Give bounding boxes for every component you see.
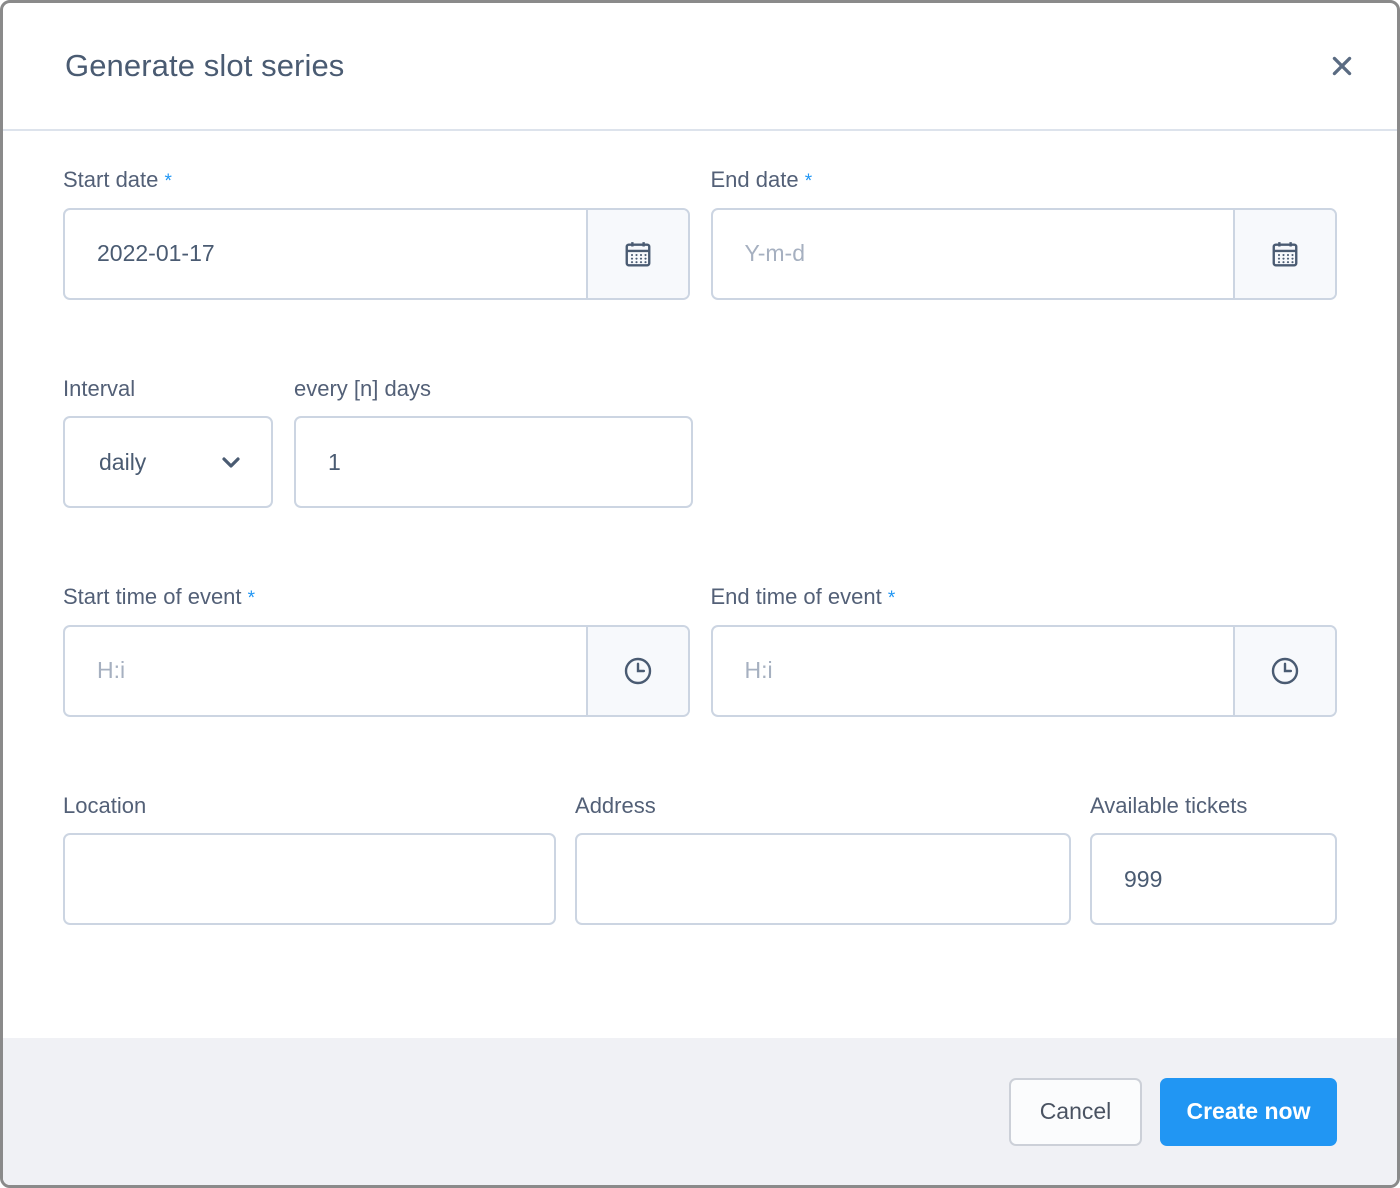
interval-field: Interval daily bbox=[63, 375, 273, 509]
create-now-button[interactable]: Create now bbox=[1160, 1077, 1337, 1146]
available-tickets-field: Available tickets bbox=[1090, 792, 1337, 926]
every-n-days-label: every [n] days bbox=[294, 375, 431, 401]
times-row: Start time of event * End time of event bbox=[63, 584, 1337, 717]
location-input[interactable] bbox=[65, 835, 555, 924]
location-field: Location bbox=[63, 792, 557, 926]
location-box bbox=[63, 833, 557, 926]
interval-selected-value: daily bbox=[99, 448, 147, 475]
start-date-input-group bbox=[63, 207, 690, 300]
available-tickets-box bbox=[1090, 833, 1337, 926]
clock-icon[interactable] bbox=[1233, 626, 1335, 715]
dialog-title: Generate slot series bbox=[65, 48, 345, 83]
cancel-button[interactable]: Cancel bbox=[1009, 1077, 1142, 1146]
every-n-days-input[interactable] bbox=[296, 418, 691, 507]
end-time-input[interactable] bbox=[712, 626, 1233, 715]
calendar-icon[interactable] bbox=[585, 209, 688, 298]
clock-icon[interactable] bbox=[585, 626, 688, 715]
chevron-down-icon bbox=[219, 450, 243, 474]
start-time-label-text: Start time of event bbox=[63, 584, 242, 610]
end-date-input[interactable] bbox=[712, 209, 1233, 298]
end-time-field: End time of event * bbox=[710, 584, 1338, 717]
dialog-body: Start date * 2022-01-17 End date * Y-m-d… bbox=[3, 131, 1397, 1038]
dates-row: Start date * 2022-01-17 End date * Y-m-d bbox=[63, 167, 1337, 300]
required-marker: * bbox=[887, 588, 896, 610]
interval-row: Interval daily every [n] days bbox=[63, 375, 1337, 509]
place-row: Location Address Available tickets bbox=[63, 792, 1337, 926]
start-date-input[interactable] bbox=[65, 209, 586, 298]
available-tickets-input[interactable] bbox=[1092, 835, 1335, 924]
start-time-field: Start time of event * bbox=[63, 584, 690, 717]
required-marker: * bbox=[164, 171, 172, 192]
dialog-footer: Cancel Create now bbox=[3, 1038, 1397, 1185]
close-icon[interactable] bbox=[1319, 43, 1365, 89]
start-time-label: Start time of event * bbox=[63, 584, 690, 611]
start-time-input-group bbox=[63, 624, 690, 717]
location-label: Location bbox=[63, 792, 147, 818]
address-input[interactable] bbox=[577, 835, 1069, 924]
address-label: Address bbox=[575, 792, 656, 818]
end-date-input-group bbox=[710, 207, 1337, 300]
end-date-label-text: End date bbox=[710, 167, 799, 192]
end-time-label: End time of event * bbox=[711, 584, 1338, 611]
interval-select[interactable]: daily bbox=[63, 416, 273, 509]
start-date-field: Start date * bbox=[63, 167, 690, 300]
interval-label: Interval bbox=[63, 375, 136, 401]
every-n-days-field: every [n] days bbox=[294, 375, 693, 509]
end-date-label: End date * bbox=[711, 167, 1338, 194]
end-date-field: End date * bbox=[710, 167, 1338, 300]
address-box bbox=[575, 833, 1071, 926]
start-time-input[interactable] bbox=[65, 626, 586, 715]
start-date-label: Start date * bbox=[63, 167, 690, 194]
end-time-input-group bbox=[710, 624, 1337, 717]
required-marker: * bbox=[247, 588, 256, 610]
required-marker: * bbox=[804, 171, 813, 192]
calendar-icon[interactable] bbox=[1233, 209, 1335, 298]
start-date-label-text: Start date bbox=[63, 167, 159, 192]
address-field: Address bbox=[575, 792, 1071, 926]
generate-slot-series-dialog: Generate slot series Start date * 2022-0… bbox=[0, 0, 1400, 1188]
available-tickets-label: Available tickets bbox=[1090, 792, 1248, 818]
dialog-header: Generate slot series bbox=[3, 3, 1397, 131]
end-time-label-text: End time of event bbox=[710, 584, 882, 610]
every-n-days-box bbox=[294, 416, 693, 509]
